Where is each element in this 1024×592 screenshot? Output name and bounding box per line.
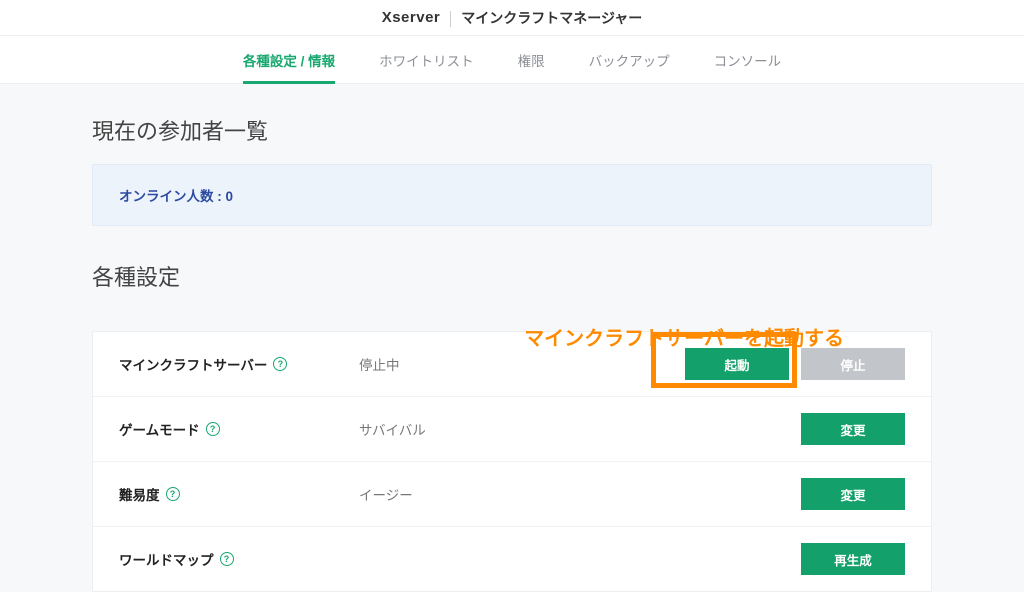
- stop-button[interactable]: 停止: [801, 348, 905, 380]
- row-server-label: マインクラフトサーバー ?: [119, 354, 359, 374]
- row-gamemode-label: ゲームモード ?: [119, 419, 359, 439]
- help-icon[interactable]: ?: [206, 422, 220, 436]
- help-icon[interactable]: ?: [220, 552, 234, 566]
- brand-separator: [450, 11, 451, 27]
- row-server-value: 停止中: [359, 354, 685, 374]
- change-gamemode-button[interactable]: 変更: [801, 413, 905, 445]
- settings-card: マインクラフトサーバー ? 停止中 起動 停止 ゲームモード ? サバイバル 変…: [92, 331, 932, 592]
- help-icon[interactable]: ?: [166, 487, 180, 501]
- regenerate-world-button[interactable]: 再生成: [801, 543, 905, 575]
- participants-title: 現在の参加者一覧: [92, 114, 932, 146]
- row-gamemode: ゲームモード ? サバイバル 変更: [93, 397, 931, 462]
- tab-bar: 各種設定 / 情報 ホワイトリスト 権限 バックアップ コンソール: [0, 36, 1024, 84]
- tab-settings-info[interactable]: 各種設定 / 情報: [243, 36, 335, 83]
- change-difficulty-button[interactable]: 変更: [801, 478, 905, 510]
- row-gamemode-value: サバイバル: [359, 419, 801, 439]
- header-subtitle: マインクラフトマネージャー: [461, 8, 642, 28]
- tab-console[interactable]: コンソール: [714, 36, 782, 83]
- row-worldmap: ワールドマップ ? 再生成: [93, 527, 931, 591]
- tab-permissions[interactable]: 権限: [518, 36, 545, 83]
- row-worldmap-label: ワールドマップ ?: [119, 549, 359, 569]
- header: Xserver マインクラフトマネージャー: [0, 0, 1024, 36]
- online-count-label: オンライン人数 : 0: [119, 189, 233, 204]
- row-difficulty-label: 難易度 ?: [119, 484, 359, 504]
- settings-title: 各種設定: [92, 260, 932, 292]
- tab-whitelist[interactable]: ホワイトリスト: [379, 36, 474, 83]
- tab-backup[interactable]: バックアップ: [589, 36, 670, 83]
- start-button[interactable]: 起動: [685, 348, 789, 380]
- row-server: マインクラフトサーバー ? 停止中 起動 停止: [93, 332, 931, 397]
- row-difficulty: 難易度 ? イージー 変更: [93, 462, 931, 527]
- brand-logo: Xserver: [382, 9, 441, 26]
- row-difficulty-value: イージー: [359, 484, 801, 504]
- online-count-box: オンライン人数 : 0: [92, 164, 932, 226]
- help-icon[interactable]: ?: [273, 357, 287, 371]
